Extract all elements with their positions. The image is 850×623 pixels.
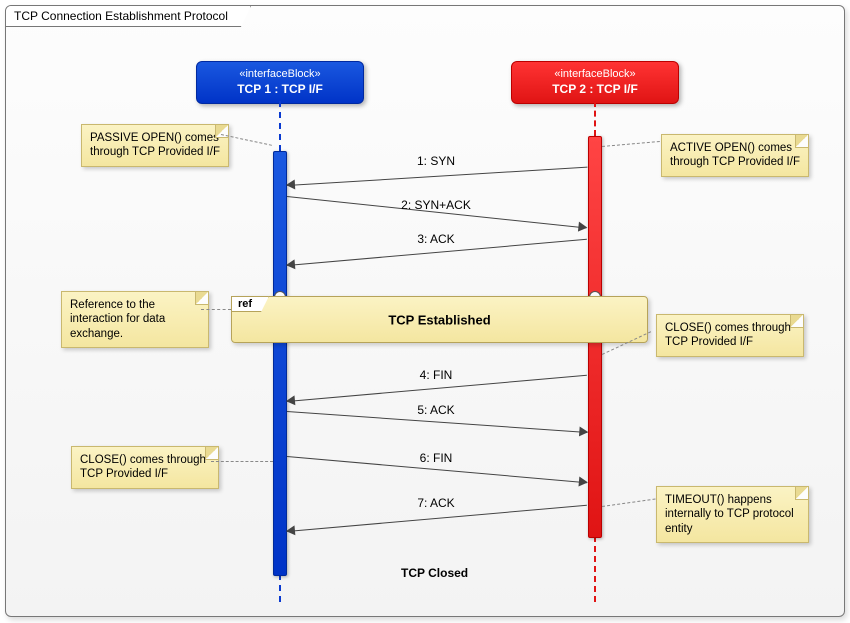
message-3-label: 3: ACK <box>376 232 496 246</box>
note-fold-icon <box>205 447 218 460</box>
note-passive-open-text: PASSIVE OPEN() comes through TCP Provide… <box>90 132 220 158</box>
ref-title: TCP Established <box>388 312 490 327</box>
lifeline-tcp2-head: «interfaceBlock» TCP 2 : TCP I/F <box>511 61 679 104</box>
note-timeout-text: TIMEOUT() happens internally to TCP prot… <box>665 494 794 535</box>
note-timeout: TIMEOUT() happens internally to TCP prot… <box>656 486 809 543</box>
closed-label: TCP Closed <box>401 566 468 580</box>
lifeline-tcp1-stereotype: «interfaceBlock» <box>205 68 355 82</box>
message-1-arrow <box>287 167 587 186</box>
lifeline-tcp1-name: TCP 1 : TCP I/F <box>205 82 355 97</box>
lifeline-tcp1-head: «interfaceBlock» TCP 1 : TCP I/F <box>196 61 364 104</box>
note-passive-open: PASSIVE OPEN() comes through TCP Provide… <box>81 124 229 167</box>
note-close-left-text: CLOSE() comes through TCP Provided I/F <box>80 454 206 480</box>
note-close-right-text: CLOSE() comes through TCP Provided I/F <box>665 322 791 348</box>
lifeline-tcp2-name: TCP 2 : TCP I/F <box>520 82 670 97</box>
note-close-right: CLOSE() comes through TCP Provided I/F <box>656 314 804 357</box>
note-fold-icon <box>195 292 208 305</box>
message-7-label: 7: ACK <box>376 496 496 510</box>
lifeline-tcp1-dash-top <box>279 101 281 151</box>
note-active-open-anchor <box>602 141 660 147</box>
sequence-frame: TCP Connection Establishment Protocol «i… <box>5 5 845 617</box>
lifeline-tcp2-dash-bottom <box>594 536 596 602</box>
message-2-label: 2: SYN+ACK <box>376 198 496 212</box>
note-ref-anchor <box>201 309 231 310</box>
ref-fragment: ref TCP Established <box>231 296 648 343</box>
activation-tcp1 <box>273 151 287 576</box>
note-ref-text: Reference to the interaction for data ex… <box>70 299 165 340</box>
note-close-left-anchor <box>211 461 273 462</box>
note-ref: Reference to the interaction for data ex… <box>61 291 209 348</box>
note-active-open: ACTIVE OPEN() comes through TCP Provided… <box>661 134 809 177</box>
note-active-open-text: ACTIVE OPEN() comes through TCP Provided… <box>670 142 800 168</box>
message-1-label: 1: SYN <box>376 154 496 168</box>
message-5-label: 5: ACK <box>376 403 496 417</box>
lifeline-tcp2-dash-top <box>594 101 596 136</box>
note-close-left: CLOSE() comes through TCP Provided I/F <box>71 446 219 489</box>
message-4-label: 4: FIN <box>376 368 496 382</box>
lifeline-tcp2-stereotype: «interfaceBlock» <box>520 68 670 82</box>
note-timeout-anchor <box>602 498 656 507</box>
note-fold-icon <box>795 487 808 500</box>
note-fold-icon <box>795 135 808 148</box>
frame-title: TCP Connection Establishment Protocol <box>6 6 251 27</box>
note-fold-icon <box>790 315 803 328</box>
ref-tab: ref <box>231 296 269 312</box>
lifeline-tcp1-dash-bottom <box>279 574 281 602</box>
message-6-label: 6: FIN <box>376 451 496 465</box>
